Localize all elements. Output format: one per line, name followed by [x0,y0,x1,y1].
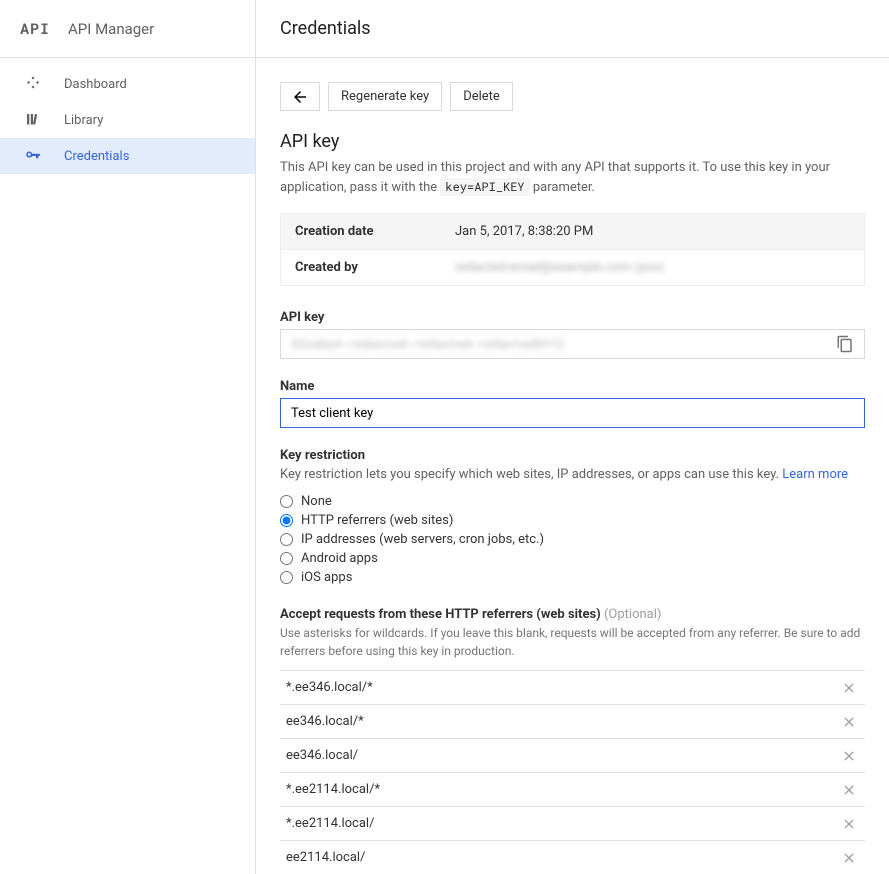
radio-none[interactable]: None [280,492,865,511]
page-title: Credentials [280,18,371,39]
apikey-desc-code: key=API_KEY [440,178,529,196]
restriction-title: Key restriction [280,448,865,463]
sidebar-header: API API Manager [0,0,255,58]
sidebar-item-label: Library [64,113,103,128]
key-icon [24,147,44,165]
remove-icon[interactable] [841,680,857,696]
restriction-section: Key restriction Key restriction lets you… [280,448,865,874]
radio-ip-label: IP addresses (web servers, cron jobs, et… [301,532,544,547]
created-by-value: redacted-email@example.com (you) [455,260,664,275]
copy-icon[interactable] [836,335,854,353]
radio-android-label: Android apps [301,551,378,566]
referrers-optional: (Optional) [604,607,661,622]
radio-http-label: HTTP referrers (web sites) [301,513,453,528]
back-arrow-icon [291,88,309,106]
remove-icon[interactable] [841,850,857,866]
radio-none-label: None [301,494,332,509]
referrer-text: *.ee2114.local/ [286,816,841,831]
delete-button[interactable]: Delete [450,82,513,111]
restriction-desc-text: Key restriction lets you specify which w… [280,467,782,482]
referrer-row: ee2114.local/ [280,841,865,874]
referrers-help: Use asterisks for wildcards. If you leav… [280,624,865,660]
dashboard-icon [24,75,44,93]
referrer-row: *.ee2114.local/ [280,807,865,841]
referrer-text: ee2114.local/ [286,850,841,865]
sidebar-item-credentials[interactable]: Credentials [0,138,255,174]
main: Credentials Regenerate key Delete API ke… [256,0,889,874]
restriction-desc: Key restriction lets you specify which w… [280,467,865,482]
referrer-row: *.ee346.local/* [280,671,865,705]
creation-date-label: Creation date [295,224,455,239]
name-label: Name [280,379,865,394]
radio-android-input[interactable] [280,552,293,565]
apikey-desc: This API key can be used in this project… [280,158,865,197]
regenerate-button[interactable]: Regenerate key [328,82,442,111]
name-input[interactable] [280,398,865,428]
info-row-creation: Creation date Jan 5, 2017, 8:38:20 PM [281,214,864,249]
remove-icon[interactable] [841,782,857,798]
sidebar-item-label: Dashboard [64,77,127,92]
referrers-title: Accept requests from these HTTP referrer… [280,607,865,622]
main-header: Credentials [256,0,889,58]
remove-icon[interactable] [841,714,857,730]
referrer-text: *.ee346.local/* [286,680,841,695]
sidebar-nav: Dashboard Library Credentials [0,58,255,174]
restriction-radio-group: None HTTP referrers (web sites) IP addre… [280,492,865,587]
library-icon [24,111,44,129]
toolbar: Regenerate key Delete [280,82,865,111]
sidebar: API API Manager Dashboard Library Cred [0,0,256,874]
api-logo: API [20,19,50,39]
created-by-label: Created by [295,260,455,275]
radio-ip-input[interactable] [280,533,293,546]
radio-ios-label: iOS apps [301,570,352,585]
radio-ios[interactable]: iOS apps [280,568,865,587]
referrer-text: *.ee2114.local/* [286,782,841,797]
radio-none-input[interactable] [280,495,293,508]
remove-icon[interactable] [841,748,857,764]
referrer-text: ee346.local/ [286,748,841,763]
sidebar-item-label: Credentials [64,149,129,164]
radio-android[interactable]: Android apps [280,549,865,568]
info-row-createdby: Created by redacted-email@example.com (y… [281,249,864,285]
sidebar-item-dashboard[interactable]: Dashboard [0,66,255,102]
referrer-text: ee346.local/* [286,714,841,729]
radio-ios-input[interactable] [280,571,293,584]
apikey-box: AIzaSyA-redacted-redacted-redactedXY12 [280,329,865,359]
name-field: Name [280,379,865,428]
referrers-list: *.ee346.local/* ee346.local/* ee346.local/… [280,670,865,874]
radio-http[interactable]: HTTP referrers (web sites) [280,511,865,530]
apikey-field: API key AIzaSyA-redacted-redacted-redact… [280,310,865,359]
referrers-title-text: Accept requests from these HTTP referrer… [280,607,601,622]
apikey-desc-suffix: parameter. [533,180,595,195]
referrer-row: *.ee2114.local/* [280,773,865,807]
radio-http-input[interactable] [280,514,293,527]
referrer-row: ee346.local/ [280,739,865,773]
apikey-value: AIzaSyA-redacted-redacted-redactedXY12 [291,336,836,352]
referrer-row: ee346.local/* [280,705,865,739]
main-body: Regenerate key Delete API key This API k… [256,58,889,874]
remove-icon[interactable] [841,816,857,832]
radio-ip[interactable]: IP addresses (web servers, cron jobs, et… [280,530,865,549]
back-button[interactable] [280,82,320,111]
apikey-section-title: API key [280,131,865,152]
apikey-field-label: API key [280,310,865,325]
sidebar-title: API Manager [68,20,154,38]
creation-date-value: Jan 5, 2017, 8:38:20 PM [455,224,593,239]
learn-more-link[interactable]: Learn more [782,467,848,482]
sidebar-item-library[interactable]: Library [0,102,255,138]
info-table: Creation date Jan 5, 2017, 8:38:20 PM Cr… [280,213,865,286]
